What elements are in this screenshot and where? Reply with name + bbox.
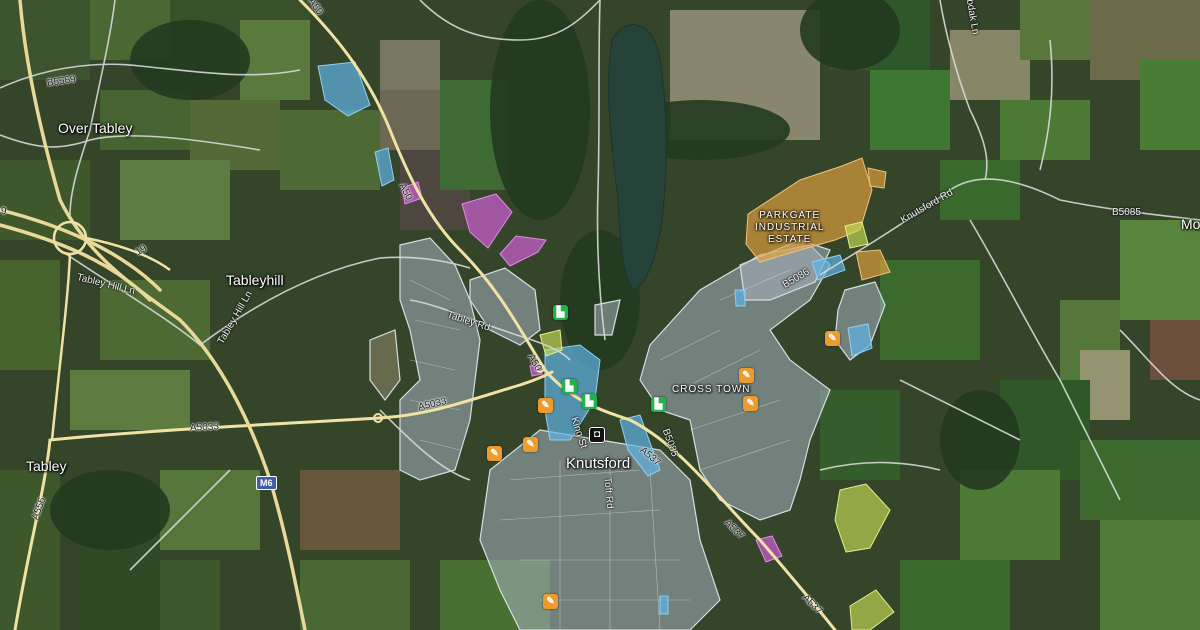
train-station-icon[interactable]: ◘ (589, 427, 605, 443)
m6-shield: M6 (256, 476, 277, 490)
place-label-cross-town: CROSS TOWN (672, 384, 751, 395)
place-label-edge-truncated: Mo (1181, 216, 1200, 232)
school-icon[interactable]: ✎ (743, 396, 758, 411)
school-icon[interactable]: ✎ (487, 446, 502, 461)
factory-icon[interactable]: ▙ (651, 397, 666, 412)
place-label-tabley: Tabley (26, 458, 67, 474)
place-label-knutsford: Knutsford (566, 455, 631, 472)
factory-icon[interactable]: ▙ (562, 379, 577, 394)
road-label-a5033-left: A5033 (189, 421, 220, 434)
school-icon[interactable]: ✎ (825, 331, 840, 346)
school-icon[interactable]: ✎ (543, 594, 558, 609)
road-label-toft-rd: Toft Rd (601, 476, 616, 510)
parkgate-label-line-2: INDUSTRIAL (755, 222, 825, 233)
map-view[interactable]: Over Tabley Tableyhill Tabley Knutsford … (0, 0, 1200, 630)
factory-icon[interactable]: ▙ (553, 305, 568, 320)
school-icon[interactable]: ✎ (538, 398, 553, 413)
school-icon[interactable]: ✎ (523, 437, 538, 452)
place-label-tableyhill: Tableyhill (226, 272, 284, 288)
place-label-over-tabley: Over Tabley (58, 120, 133, 136)
satellite-basemap (0, 0, 1200, 630)
factory-icon[interactable]: ▙ (582, 394, 597, 409)
school-icon[interactable]: ✎ (739, 368, 754, 383)
parkgate-label-line-3: ESTATE (768, 234, 812, 245)
m6-junction-ref-left: 9 (1, 206, 7, 217)
road-label-b5085-right: B5085 (1112, 207, 1141, 218)
place-label-parkgate-industrial-estate: PARKGATE INDUSTRIAL ESTATE (755, 210, 824, 246)
parkgate-label-line-1: PARKGATE (759, 210, 821, 221)
